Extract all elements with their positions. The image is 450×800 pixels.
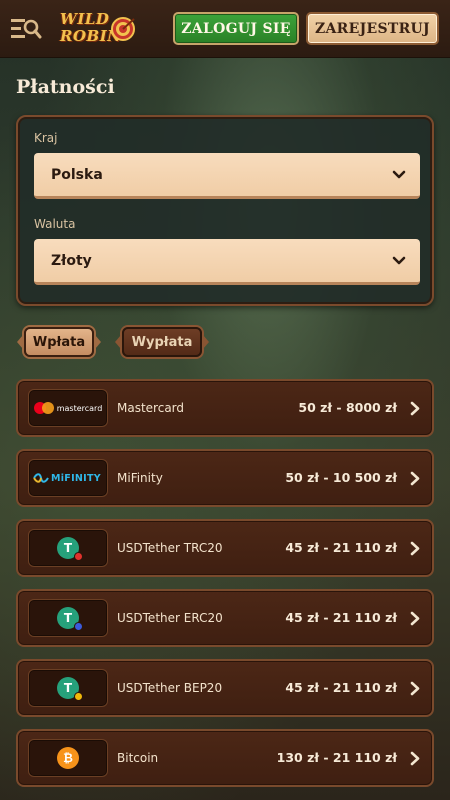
chevron-right-icon: [410, 471, 420, 486]
country-label: Kraj: [34, 131, 58, 145]
register-button[interactable]: ZAREJESTRUJ: [306, 12, 439, 45]
payment-range: 45 zł - 21 110 zł: [285, 610, 397, 625]
target-icon: [111, 17, 135, 41]
tab-cap-left: [17, 335, 23, 349]
payment-name: MiFinity: [117, 471, 163, 485]
mifinity-logo-text: MiFINITY: [51, 472, 101, 484]
chevron-right-icon: [410, 611, 420, 626]
payment-logo: T: [28, 669, 108, 707]
payment-logo: MiFINITY: [28, 459, 108, 497]
country-select[interactable]: Polska: [34, 153, 420, 199]
tron-badge-icon: [74, 552, 83, 561]
payment-method-mastercard[interactable]: mastercard Mastercard 50 zł - 8000 zł: [16, 379, 434, 437]
chevron-down-icon: [392, 256, 406, 264]
bnb-badge-icon: [74, 692, 83, 701]
mastercard-logo-text: mastercard: [56, 403, 103, 413]
payment-range: 130 zł - 21 110 zł: [276, 750, 397, 765]
tab-deposit[interactable]: Wpłata: [17, 324, 101, 360]
country-value: Polska: [51, 166, 103, 183]
payment-range: 50 zł - 10 500 zł: [285, 470, 397, 485]
payment-method-usdt-bep20[interactable]: T USDTether BEP20 45 zł - 21 110 zł: [16, 659, 434, 717]
tab-cap-right: [95, 335, 101, 349]
tab-deposit-label: Wpłata: [24, 327, 94, 357]
payment-name: USDTether ERC20: [117, 611, 223, 625]
tether-icon: T: [57, 677, 83, 701]
payment-name: USDTether BEP20: [117, 681, 223, 695]
tether-logo-text: T: [63, 681, 73, 695]
ethereum-badge-icon: [74, 622, 83, 631]
currency-value: Złoty: [51, 252, 92, 269]
menu-search-icon[interactable]: [10, 16, 42, 42]
page-title: Płatności: [16, 76, 115, 98]
payment-name: Mastercard: [117, 401, 185, 415]
tab-withdraw[interactable]: Wypłata: [115, 324, 209, 360]
top-header: WILD ROBIN ZALOGUJ SIĘ ZAREJESTRUJ: [0, 0, 450, 58]
payment-method-usdt-trc20[interactable]: T USDTether TRC20 45 zł - 21 110 zł: [16, 519, 434, 577]
tether-icon: T: [57, 607, 83, 631]
payment-logo: ₿: [28, 739, 108, 777]
payment-name: USDTether TRC20: [117, 541, 223, 555]
tether-logo-text: T: [63, 611, 73, 625]
payment-method-bitcoin[interactable]: ₿ Bitcoin 130 zł - 21 110 zł: [16, 729, 434, 787]
chevron-right-icon: [410, 401, 420, 416]
tether-logo-text: T: [63, 541, 73, 555]
mastercard-icon: [33, 402, 54, 414]
tab-cap-right: [203, 335, 209, 349]
payment-logo: T: [28, 599, 108, 637]
chevron-right-icon: [410, 751, 420, 766]
tether-icon: T: [57, 537, 83, 561]
mifinity-icon: [33, 473, 49, 483]
payment-range: 50 zł - 8000 zł: [298, 400, 397, 415]
login-button[interactable]: ZALOGUJ SIĘ: [173, 12, 299, 45]
payment-name: Bitcoin: [117, 751, 159, 765]
payment-method-usdt-erc20[interactable]: T USDTether ERC20 45 zł - 21 110 zł: [16, 589, 434, 647]
chevron-right-icon: [410, 541, 420, 556]
logo-text-wild: WILD: [60, 10, 110, 28]
bitcoin-logo-text: ₿: [63, 751, 73, 765]
currency-select[interactable]: Złoty: [34, 239, 420, 285]
chevron-right-icon: [410, 681, 420, 696]
payment-logo: T: [28, 529, 108, 567]
wild-robin-logo[interactable]: WILD ROBIN: [58, 10, 142, 48]
payment-range: 45 zł - 21 110 zł: [285, 540, 397, 555]
bitcoin-icon: ₿: [57, 747, 79, 769]
chevron-down-icon: [392, 170, 406, 178]
tab-cap-left: [115, 335, 121, 349]
payment-method-mifinity[interactable]: MiFINITY MiFinity 50 zł - 10 500 zł: [16, 449, 434, 507]
filter-panel: Kraj Polska Waluta Złoty: [16, 115, 434, 306]
currency-label: Waluta: [34, 217, 76, 231]
payment-range: 45 zł - 21 110 zł: [285, 680, 397, 695]
tab-withdraw-label: Wypłata: [122, 327, 202, 357]
payment-logo: mastercard: [28, 389, 108, 427]
